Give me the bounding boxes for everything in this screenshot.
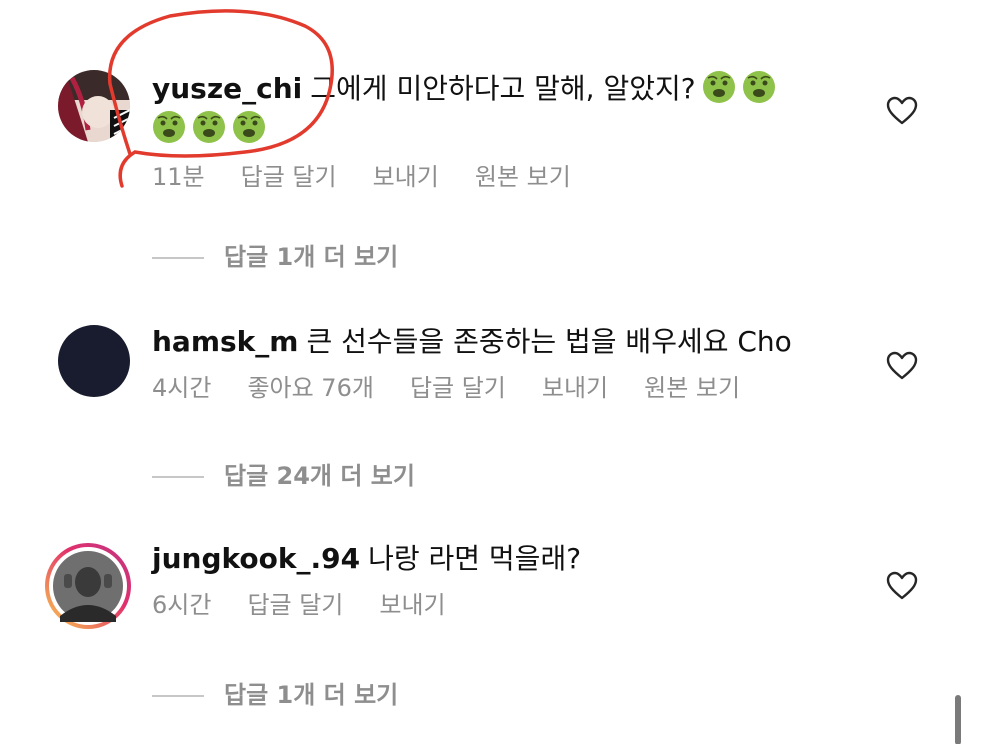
- likes-count[interactable]: 좋아요 76개: [247, 374, 374, 402]
- reply-button[interactable]: 답글 달기: [241, 163, 337, 191]
- nauseated-face-icon: [233, 111, 265, 143]
- comment-time: 11분: [152, 163, 205, 191]
- emoji-row: [152, 110, 842, 150]
- story-ring-avatar[interactable]: [44, 542, 132, 630]
- comment-meta: 6시간 답글 달기 보내기: [152, 590, 842, 620]
- replies-divider: [152, 257, 204, 259]
- comment-body: hamsk_m 큰 선수들을 존중하는 법을 배우세요 Cho 4시간 좋아요 76…: [152, 323, 842, 403]
- nauseated-face-icon: [742, 71, 775, 103]
- comment-text-line: hamsk_m 큰 선수들을 존중하는 법을 배우세요 Cho: [152, 323, 842, 361]
- comment-time: 4시간: [152, 374, 212, 402]
- nauseated-face-icon: [193, 111, 225, 143]
- reply-button[interactable]: 답글 달기: [410, 374, 506, 402]
- comment-text-line: yusze_chi 그에게 미안하다고 말해, 알았지?: [152, 70, 842, 108]
- comment-text: 그에게 미안하다고 말해, 알았지?: [310, 72, 696, 105]
- comment-meta: 11분 답글 달기 보내기 원본 보기: [152, 162, 842, 192]
- avatar[interactable]: [58, 70, 130, 142]
- view-replies-label: 답글 1개 더 보기: [224, 681, 399, 709]
- avatar-photo: [58, 70, 130, 142]
- nauseated-face-icon: [702, 71, 735, 103]
- send-button[interactable]: 보내기: [379, 591, 445, 619]
- see-original-button[interactable]: 원본 보기: [644, 374, 740, 402]
- view-replies-label: 답글 24개 더 보기: [224, 462, 415, 490]
- see-original-button[interactable]: 원본 보기: [475, 163, 571, 191]
- reply-button[interactable]: 답글 달기: [247, 591, 343, 619]
- comments-screen: yusze_chi 그에게 미안하다고 말해, 알았지? 11분 답글 달기 보내기 원…: [0, 0, 1000, 744]
- comment-time: 6시간: [152, 591, 212, 619]
- username[interactable]: jungkook_.94: [152, 542, 360, 575]
- comment-text-line: jungkook_.94 나랑 라면 먹을래?: [152, 540, 842, 578]
- comment-text: 나랑 라면 먹을래?: [368, 542, 582, 575]
- nauseated-face-icon: [153, 111, 185, 143]
- avatar[interactable]: [58, 325, 130, 397]
- comment-body: yusze_chi 그에게 미안하다고 말해, 알았지? 11분 답글 달기 보내기 원…: [152, 70, 842, 192]
- view-replies-button[interactable]: 답글 24개 더 보기: [152, 461, 415, 491]
- comment-text: 큰 선수들을 존중하는 법을 배우세요 Cho: [306, 325, 792, 358]
- view-replies-button[interactable]: 답글 1개 더 보기: [152, 242, 398, 272]
- heart-icon[interactable]: [886, 96, 918, 126]
- heart-icon[interactable]: [886, 571, 918, 601]
- comment-meta: 4시간 좋아요 76개 답글 달기 보내기 원본 보기: [152, 373, 842, 403]
- view-replies-button[interactable]: 답글 1개 더 보기: [152, 680, 398, 710]
- send-button[interactable]: 보내기: [373, 163, 439, 191]
- replies-divider: [152, 695, 204, 697]
- username[interactable]: yusze_chi: [152, 72, 302, 105]
- heart-icon[interactable]: [886, 351, 918, 381]
- comment-body: jungkook_.94 나랑 라면 먹을래? 6시간 답글 달기 보내기: [152, 540, 842, 620]
- scrollbar[interactable]: [955, 695, 961, 744]
- replies-divider: [152, 476, 204, 478]
- view-replies-label: 답글 1개 더 보기: [224, 243, 399, 271]
- username[interactable]: hamsk_m: [152, 325, 298, 358]
- send-button[interactable]: 보내기: [542, 374, 608, 402]
